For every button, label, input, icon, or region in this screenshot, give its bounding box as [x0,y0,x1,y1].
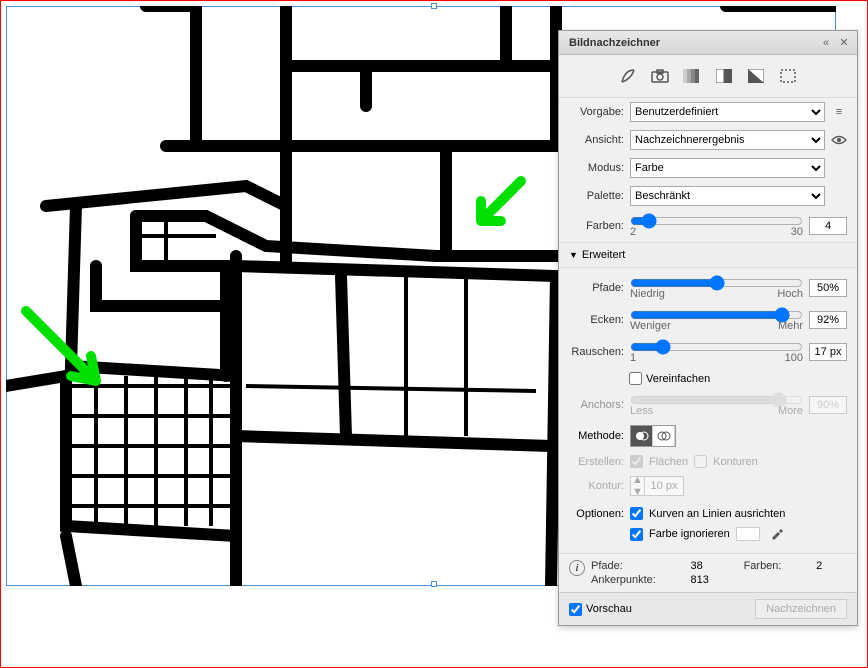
eye-icon[interactable] [831,132,847,148]
preset-menu-icon[interactable]: ≡ [831,104,847,120]
chevron-down-icon: ▼ [569,250,578,260]
methode-row: Methode: [559,421,857,451]
ansicht-select[interactable]: Nachzeichnerergebnis [630,130,825,150]
kontur-stepper: ▲▼ 10 px [630,476,684,496]
nachzeichnen-button: Nachzeichnen [755,599,847,619]
pfade-row: Pfade: NiedrigHoch 50% [559,272,857,304]
ansicht-row: Ansicht: Nachzeichnerergebnis [559,126,857,154]
vorgabe-row: Vorgabe: Benutzerdefiniert ≡ [559,98,857,126]
rauschen-value[interactable]: 17 px [809,343,847,361]
modus-select[interactable]: Farbe [630,158,825,178]
auto-trace-icon[interactable] [617,65,639,87]
modus-row: Modus: Farbe [559,154,857,182]
method-abutting-icon[interactable] [631,426,653,446]
photo-icon[interactable] [649,65,671,87]
ecken-row: Ecken: WenigerMehr 92% [559,304,857,336]
preset-icon-row [559,55,857,98]
info-icon: i [569,560,585,576]
vereinfachen-checkbox[interactable] [629,372,642,385]
anchors-value: 90% [809,396,847,414]
farbe-ignorieren-checkbox[interactable] [630,528,643,541]
outline-icon[interactable] [777,65,799,87]
flaechen-checkbox [630,455,643,468]
panel-header[interactable]: Bildnachzeichner « ✕ [559,31,857,55]
grayscale-icon[interactable] [713,65,735,87]
erstellen-row: Erstellen: Flächen Konturen [559,451,857,472]
modus-label: Modus: [569,162,624,174]
vereinfachen-row: Vereinfachen [559,368,857,389]
palette-label: Palette: [569,190,624,202]
palette-select[interactable]: Beschränkt [630,186,825,206]
close-icon[interactable]: ✕ [837,36,851,50]
shades-icon[interactable] [681,65,703,87]
kurven-checkbox[interactable] [630,507,643,520]
vorgabe-select[interactable]: Benutzerdefiniert [630,102,825,122]
stats-section: i Pfade: 38 Farben: 2 Ankerpunkte: 813 [559,553,857,592]
method-overlap-icon[interactable] [653,426,675,446]
ignore-color-swatch[interactable] [736,527,760,541]
eyedropper-icon[interactable] [770,526,786,542]
erweitert-toggle[interactable]: ▼ Erweitert [559,242,857,268]
bw-icon[interactable] [745,65,767,87]
pfade-value[interactable]: 50% [809,279,847,297]
ecken-value[interactable]: 92% [809,311,847,329]
vorgabe-label: Vorgabe: [569,106,624,118]
panel-footer: Vorschau Nachzeichnen [559,592,857,625]
konturen-checkbox [694,455,707,468]
farben-value[interactable]: 4 [809,217,847,235]
ansicht-label: Ansicht: [569,134,624,146]
palette-row: Palette: Beschränkt [559,182,857,210]
vorschau-checkbox[interactable] [569,603,582,616]
farben-row: Farben: 230 4 [559,210,857,242]
erweitert-content: Pfade: NiedrigHoch 50% Ecken: WenigerMeh… [559,268,857,553]
collapse-icon[interactable]: « [819,36,833,50]
optionen-section: Optionen: Kurven an Linien ausrichten Fa… [559,500,857,549]
rauschen-row: Rauschen: 1100 17 px [559,336,857,368]
farben-label: Farben: [569,220,624,232]
kontur-row: Kontur: ▲▼ 10 px [559,472,857,500]
anchors-row: Anchors: LessMore 90% [559,389,857,421]
panel-title: Bildnachzeichner [565,37,815,49]
method-buttons [630,425,676,447]
image-trace-panel: Bildnachzeichner « ✕ Vorgabe: Benutzerde… [558,30,858,626]
